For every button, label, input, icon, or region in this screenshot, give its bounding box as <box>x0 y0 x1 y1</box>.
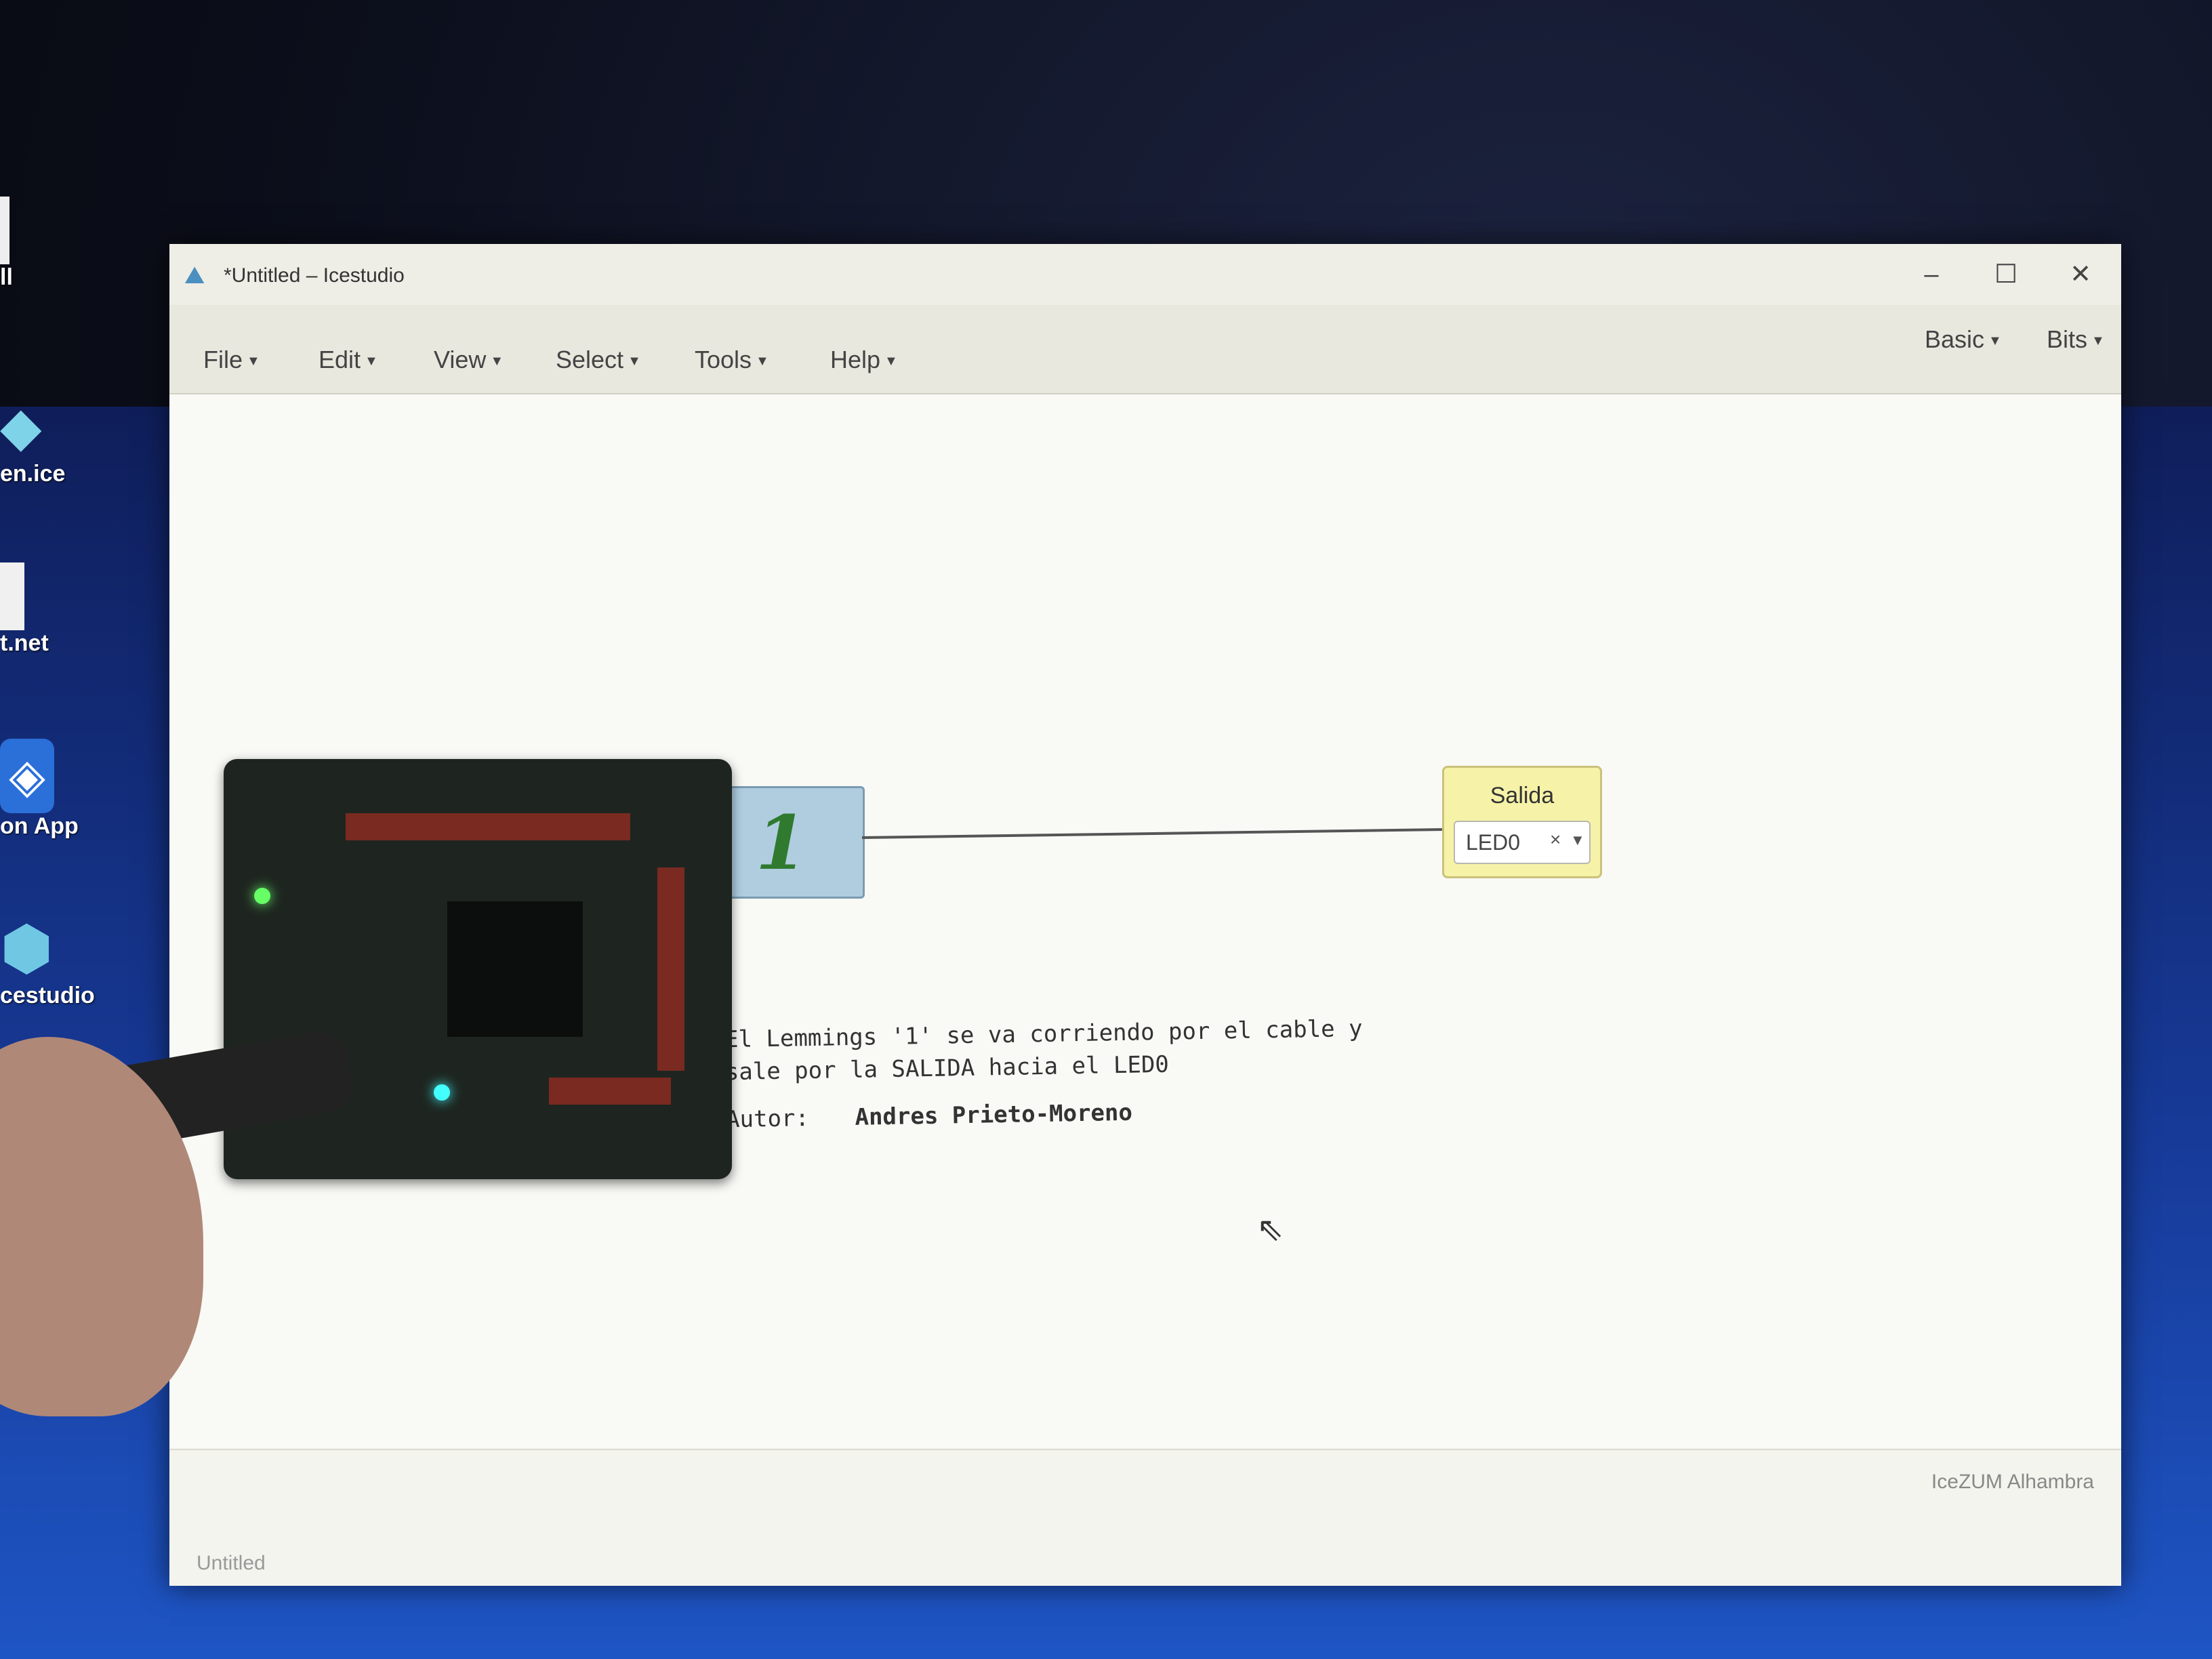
menu-file[interactable]: File ▼ <box>203 346 260 374</box>
desktop-icon-4[interactable]: ◈ on App <box>0 739 88 840</box>
caret-down-icon: ▼ <box>628 353 641 369</box>
menu-bar: File ▼ Edit ▼ View ▼ Select ▼ Tools ▼ Help ▼ B… <box>169 305 2121 394</box>
clear-icon[interactable]: × <box>1550 829 1561 851</box>
menu-edit[interactable]: Edit ▼ <box>319 346 378 374</box>
file-name: Untitled <box>197 1552 266 1574</box>
paint-net-icon <box>0 562 24 630</box>
pin-select-value: LED0 <box>1466 830 1521 855</box>
desktop-icon-1[interactable]: ll <box>0 197 88 291</box>
desktop-icon-5[interactable]: ⬢ cestudio <box>0 915 95 1009</box>
caret-down-icon: ▼ <box>247 353 260 369</box>
pin-select[interactable]: LED0 × ▼ <box>1454 821 1591 864</box>
icestudio-icon: ⬢ <box>0 915 54 983</box>
selected-board[interactable]: IceZUM Alhambra <box>1931 1471 2094 1494</box>
mouse-cursor-icon: ⇖ <box>1256 1212 1284 1248</box>
icestudio-logo-icon: ⛰ <box>184 261 205 289</box>
menu-help[interactable]: Help ▼ <box>830 346 898 374</box>
chevron-down-icon[interactable]: ▼ <box>1570 832 1585 849</box>
caret-down-icon: ▼ <box>365 353 378 369</box>
menu-basic[interactable]: Basic ▼ <box>1925 325 2002 354</box>
caret-down-icon: ▼ <box>884 353 898 369</box>
caret-down-icon: ▼ <box>1988 333 2002 348</box>
menu-tools[interactable]: Tools ▼ <box>695 346 769 374</box>
caret-down-icon: ▼ <box>2091 333 2105 348</box>
doc-icon <box>0 197 9 264</box>
minimize-button[interactable]: – <box>1898 251 1965 298</box>
wire[interactable] <box>861 828 1442 839</box>
title-bar[interactable]: ⛰ *Untitled – Icestudio – ☐ ✕ <box>169 244 2121 305</box>
led-blue <box>434 1084 450 1101</box>
menu-select[interactable]: Select ▼ <box>556 346 641 374</box>
author-name: Andres Prieto-Moreno <box>855 1099 1133 1131</box>
led-green <box>254 888 270 904</box>
output-block-title: Salida <box>1490 783 1555 808</box>
constant-value: 1 <box>755 798 808 886</box>
caret-down-icon: ▼ <box>756 353 769 369</box>
author-label: Autor: <box>725 1105 810 1134</box>
window-title: *Untitled – Icestudio <box>224 264 405 287</box>
menu-bits[interactable]: Bits ▼ <box>2047 325 2105 354</box>
menu-view[interactable]: View ▼ <box>434 346 504 374</box>
comment-block[interactable]: El Lemmings '1' se va corriendo por el c… <box>724 1012 1364 1136</box>
caret-down-icon: ▼ <box>490 353 504 369</box>
status-bar: IceZUM Alhambra Untitled <box>169 1449 2121 1586</box>
desktop-icon-3[interactable]: t.net <box>0 562 88 657</box>
comment-author-row: Autor: Andres Prieto-Moreno <box>726 1092 1364 1136</box>
icestudio-file-icon: ◆ <box>0 396 42 457</box>
desktop-icon-2[interactable]: ◆ en.ice <box>0 393 88 487</box>
app-icon: ◈ <box>0 739 54 813</box>
maximize-button[interactable]: ☐ <box>1972 251 2040 298</box>
output-block[interactable]: Salida LED0 × ▼ <box>1442 766 1602 878</box>
close-button[interactable]: ✕ <box>2047 251 2114 298</box>
